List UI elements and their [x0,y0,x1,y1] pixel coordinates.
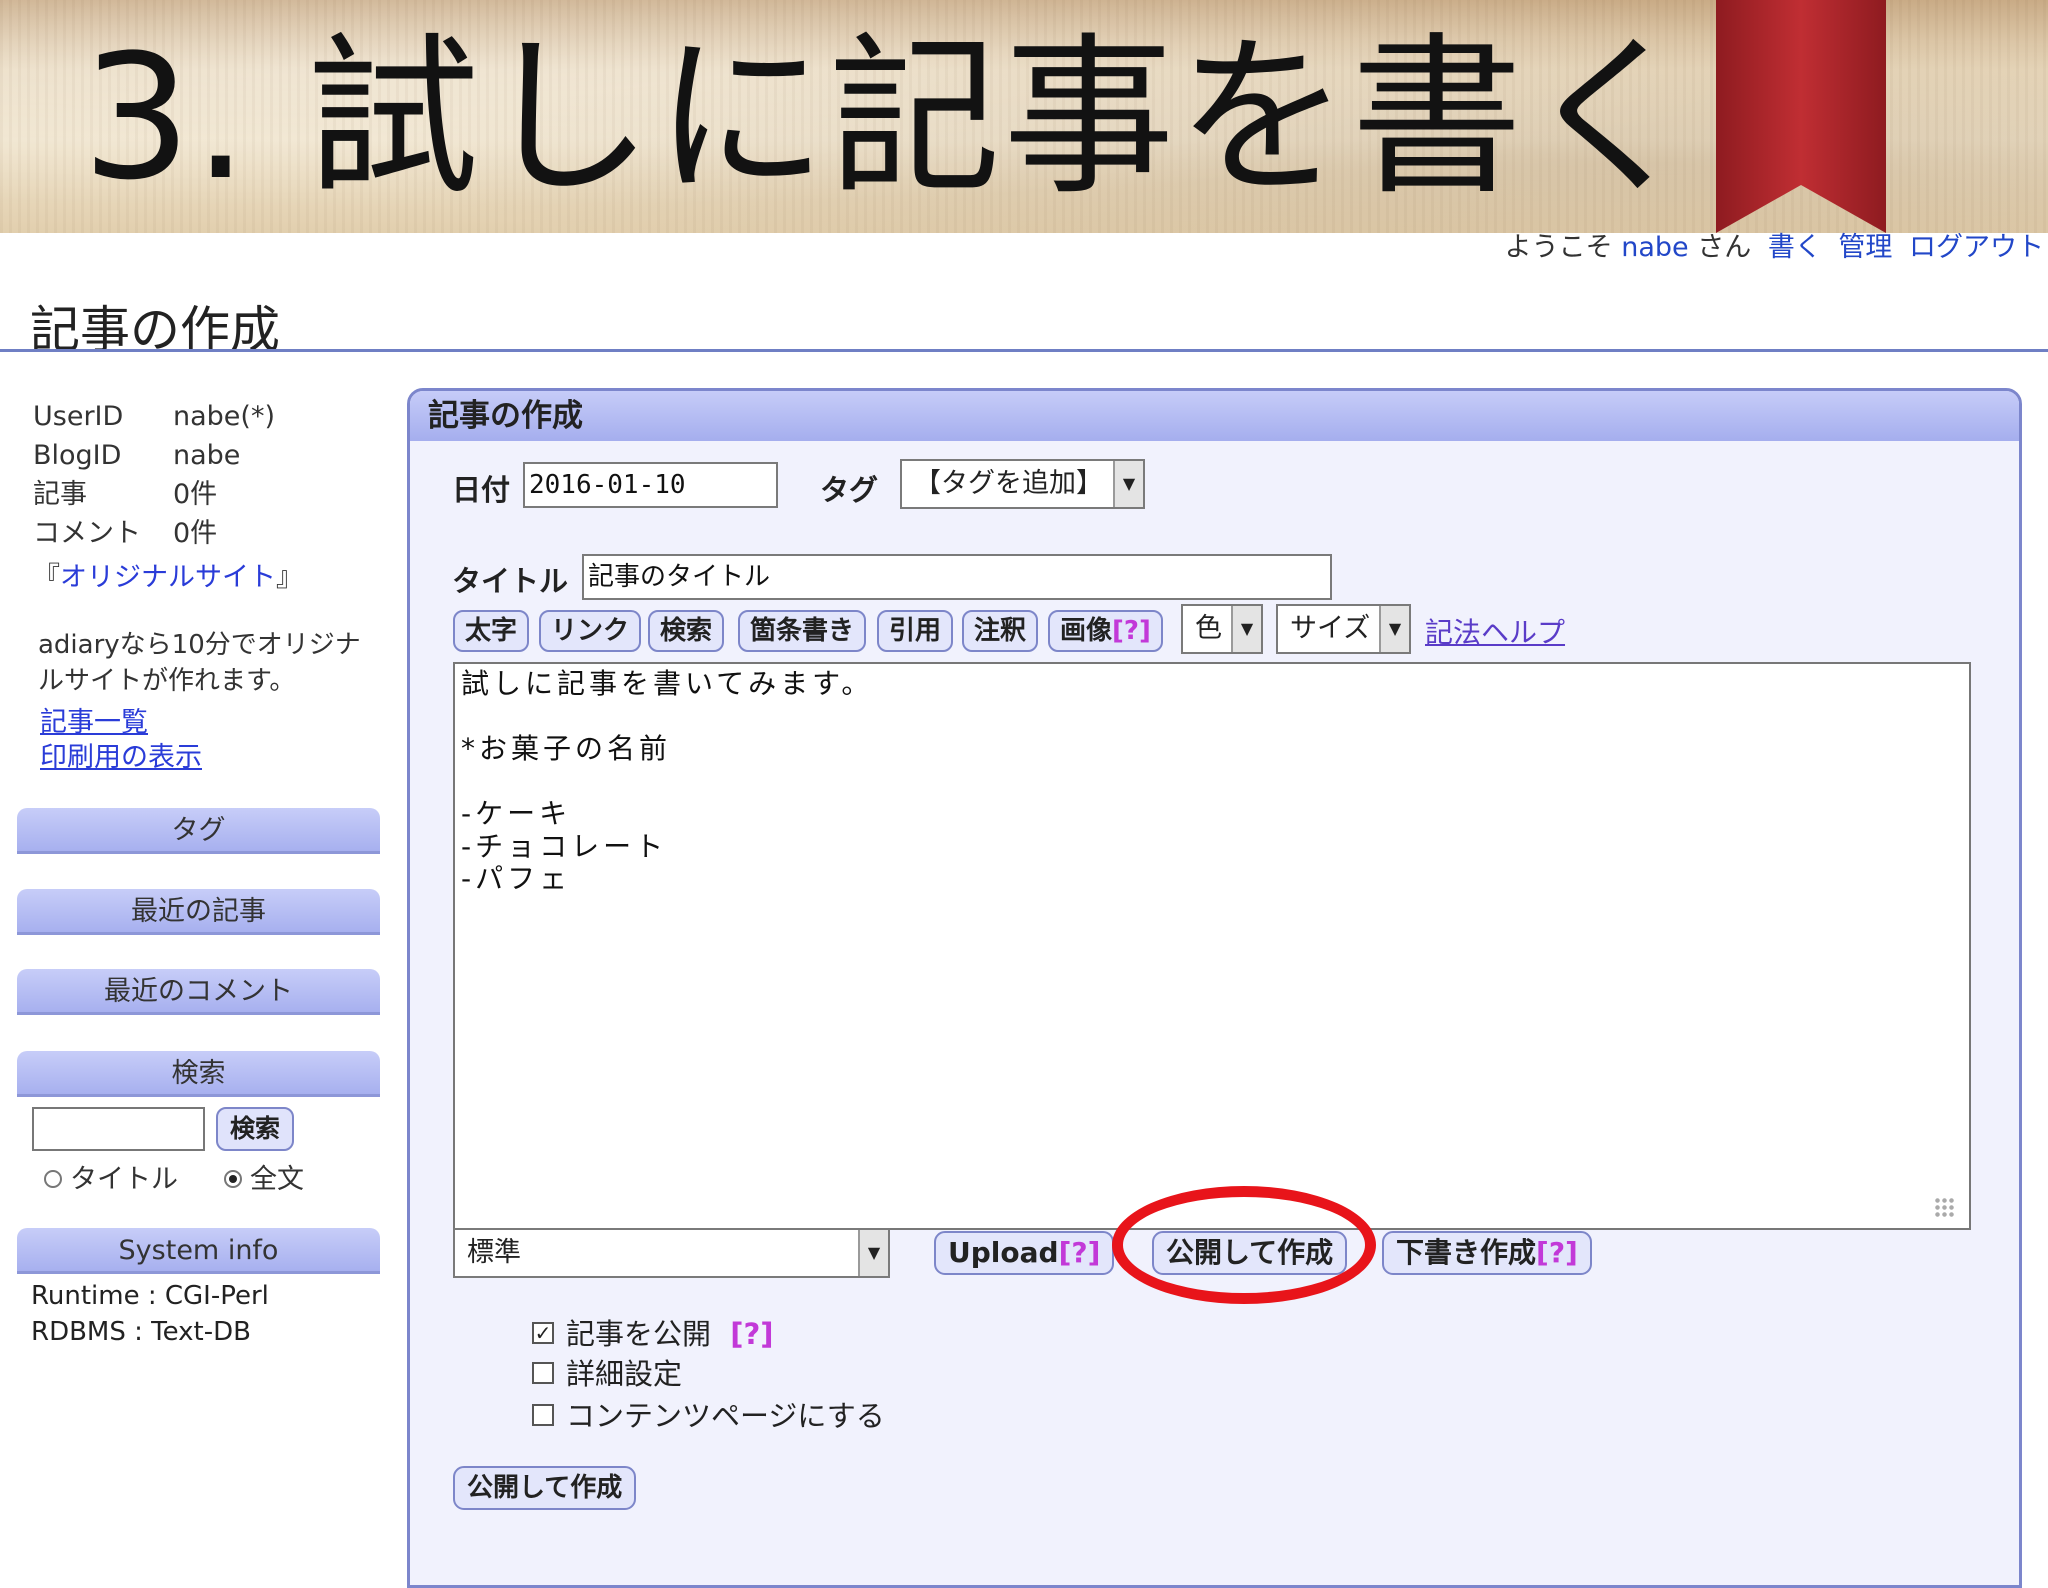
original-site: 『オリジナルサイト』 [33,555,303,594]
detail-settings-checkbox[interactable] [532,1362,554,1384]
chevron-down-icon[interactable]: ▼ [1113,461,1143,507]
detail-settings-label: 詳細設定 [566,1357,683,1391]
draft-create-button[interactable]: 下書き作成[?] [1382,1231,1592,1275]
body-textarea[interactable]: 試しに記事を書いてみます。 *お菓子の名前 -ケーキ -チョコレート -パフェ [453,662,1971,1230]
chevron-down-icon[interactable]: ▼ [858,1230,888,1276]
info-row-comments: コメント 0件 [33,514,275,553]
system-info-runtime: Runtime : CGI-Perl [31,1281,269,1311]
list-button[interactable]: 箇条書き [738,610,867,652]
welcome-text: ようこそ [1504,232,1613,263]
article-list-link[interactable]: 記事一覧 [40,700,148,739]
image-button-label: 画像 [1060,616,1113,646]
info-key: BlogID [33,440,122,471]
publish-create-bottom-button[interactable]: 公開して作成 [453,1466,637,1510]
info-value: nabe [173,440,241,471]
publish-checkbox-row[interactable]: ✓ 記事を公開 [?] [532,1311,774,1353]
sidebar-section-recent-comments[interactable]: 最近のコメント [17,969,380,1015]
resize-grip-icon[interactable] [1934,1197,1962,1223]
nav-logout-link[interactable]: ログアウト [1909,232,2044,263]
chevron-down-icon[interactable]: ▼ [1231,606,1261,652]
bold-button[interactable]: 太字 [453,610,530,652]
publish-checkbox-label: 記事を公開 [566,1317,712,1351]
info-key: コメント [33,518,141,549]
size-select[interactable]: サイズ ▼ [1276,604,1411,654]
sidebar-search-input[interactable] [32,1107,205,1151]
title-divider [0,349,2048,352]
date-input[interactable]: 2016-01-10 [523,462,778,508]
radio-title[interactable] [44,1169,62,1188]
syntax-help-link[interactable]: 記法ヘルプ [1425,611,1565,651]
title-label: タイトル [452,564,569,598]
system-info-rdbms: RDBMS : Text-DB [31,1317,251,1347]
help-icon[interactable]: [?] [1112,616,1151,646]
print-view-link[interactable]: 印刷用の表示 [40,735,202,774]
title-input[interactable]: 記事のタイトル [582,554,1332,600]
blog-info-table: UserID nabe(*) BlogID nabe 記事 0件 コメント 0件 [33,397,275,553]
radio-label: 全文 [250,1164,304,1195]
bracket-open: 『 [33,562,60,593]
detail-settings-row[interactable]: 詳細設定 [532,1351,682,1393]
info-value: 0件 [173,518,218,549]
sidebar-section-system-info: System info [17,1228,380,1274]
sidebar: UserID nabe(*) BlogID nabe 記事 0件 コメント 0件… [0,355,400,1535]
info-row-blogid: BlogID nabe [33,436,275,475]
search-option-fulltext[interactable]: 全文 [224,1157,304,1196]
editor-panel-header: 記事の作成 [410,391,2019,441]
publish-checkbox[interactable]: ✓ [532,1322,554,1344]
radio-label: タイトル [70,1164,178,1195]
upload-button-label: Upload [948,1236,1059,1269]
quote-button[interactable]: 引用 [877,610,954,652]
editor-panel: 記事の作成 日付 2016-01-10 タグ 【タグを追加】 ▼ タイトル 記事… [407,388,2022,1588]
color-select[interactable]: 色 ▼ [1181,604,1263,654]
bookmark-ribbon-icon [1716,0,1886,233]
draft-create-label: 下書き作成 [1396,1236,1537,1269]
info-key: UserID [33,401,124,432]
honorific-text: さん [1697,232,1752,263]
search-button[interactable]: 検索 [648,610,725,652]
search-option-title[interactable]: タイトル [44,1157,178,1196]
sidebar-search-button[interactable]: 検索 [216,1107,295,1151]
slide-header: 3. 試しに記事を書く [0,0,2048,233]
sidebar-section-tags[interactable]: タグ [17,808,380,854]
info-key: 記事 [33,479,87,510]
sidebar-section-search: 検索 [17,1051,380,1097]
info-row-articles: 記事 0件 [33,475,275,514]
tag-select[interactable]: 【タグを追加】 ▼ [900,459,1145,509]
slide-title: 3. 試しに記事を書く [82,17,1699,218]
content-page-checkbox[interactable] [532,1404,554,1426]
parser-select[interactable]: 標準 ▼ [453,1228,890,1278]
upload-button[interactable]: Upload[?] [934,1231,1115,1275]
info-value: 0件 [173,479,218,510]
user-name: nabe [1621,232,1689,263]
info-row-userid: UserID nabe(*) [33,397,275,436]
help-icon[interactable]: [?] [1536,1236,1578,1269]
footnote-button[interactable]: 注釈 [962,610,1039,652]
size-select-value: サイズ [1290,613,1371,644]
user-nav: ようこそ nabe さん 書く 管理 ログアウト [1505,232,2044,264]
nav-write-link[interactable]: 書く [1768,232,1822,263]
image-button[interactable]: 画像[?] [1048,610,1163,652]
promo-text: adiaryなら10分でオリジナルサイトが作れます。 [38,630,361,696]
chevron-down-icon[interactable]: ▼ [1379,606,1409,652]
radio-fulltext[interactable] [224,1169,242,1188]
help-icon[interactable]: [?] [730,1317,773,1351]
info-value: nabe(*) [173,401,275,432]
tag-select-value: 【タグを追加】 [914,468,1103,499]
tag-label: タグ [820,473,879,507]
color-select-value: 色 [1195,613,1222,644]
content-page-row[interactable]: コンテンツページにする [532,1393,885,1435]
parser-select-value: 標準 [467,1237,521,1268]
date-label: 日付 [452,473,511,507]
link-button[interactable]: リンク [539,610,642,652]
help-icon[interactable]: [?] [1059,1236,1101,1269]
original-site-link[interactable]: オリジナルサイト [60,562,276,593]
sidebar-section-recent-articles[interactable]: 最近の記事 [17,889,380,935]
nav-admin-link[interactable]: 管理 [1838,232,1892,263]
publish-create-button[interactable]: 公開して作成 [1152,1231,1348,1275]
content-page-label: コンテンツページにする [566,1399,885,1433]
bracket-close: 』 [276,562,303,593]
